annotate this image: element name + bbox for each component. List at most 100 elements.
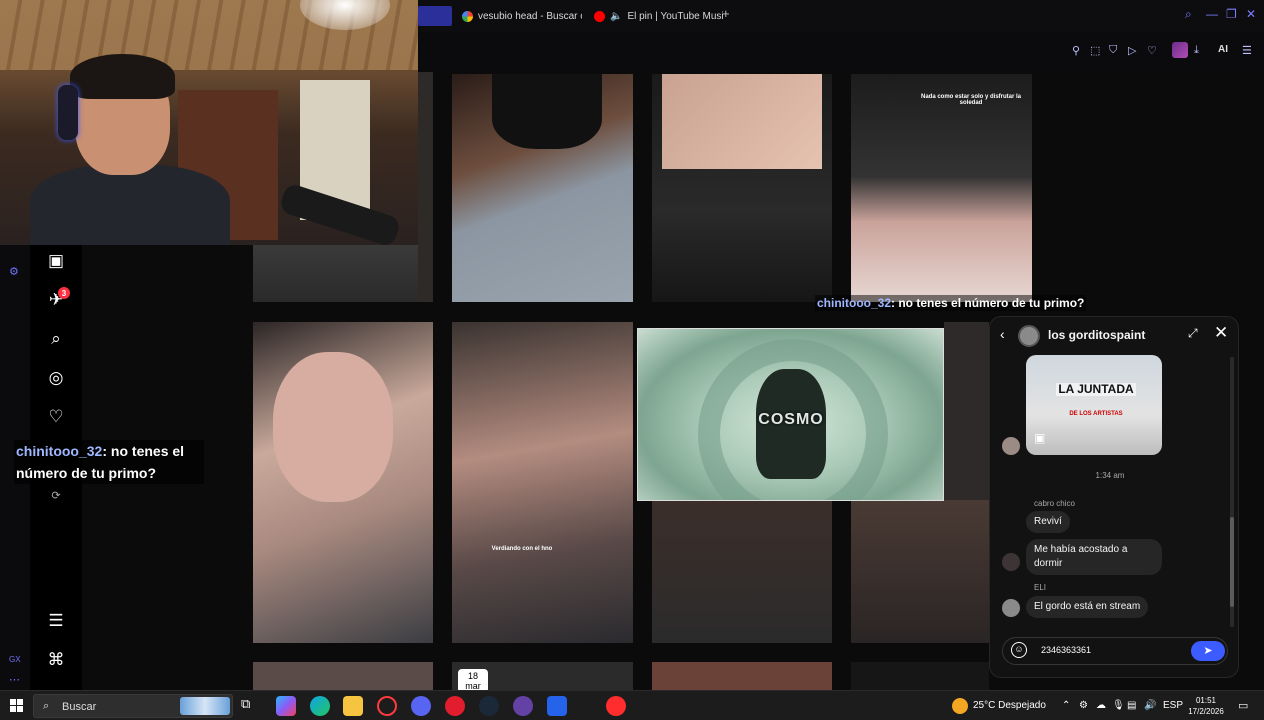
- video-logo: COSMO: [758, 411, 824, 428]
- send-button[interactable]: ➤: [1191, 641, 1225, 661]
- heart-icon[interactable]: ♡: [1147, 44, 1157, 57]
- tray-overflow-icon[interactable]: ⌃: [1062, 700, 1070, 711]
- avatar[interactable]: [1002, 553, 1020, 571]
- task-view-icon[interactable]: ⧉: [241, 696, 261, 716]
- twitch-icon[interactable]: [513, 696, 533, 716]
- direct-message-panel: ‹ los gorditospaint ⤢ ✕ LA JUNTADA DE LO…: [989, 316, 1239, 678]
- streamer: [30, 54, 230, 245]
- notifications-icon[interactable]: ♡: [46, 407, 66, 427]
- search-tabs-icon[interactable]: ⌕: [1185, 7, 1192, 22]
- microphone-icon[interactable]: 🎙: [1112, 700, 1125, 711]
- close-icon[interactable]: ✕: [1214, 323, 1228, 343]
- network-icon[interactable]: ▤: [1127, 700, 1136, 711]
- search-placeholder: Buscar: [62, 701, 97, 713]
- sender-name: cabro chico: [1034, 499, 1075, 508]
- create-icon[interactable]: ⟳: [46, 485, 66, 505]
- maximize-icon[interactable]: ❐: [1226, 7, 1237, 21]
- notification-badge: 3: [58, 287, 70, 299]
- weather-text[interactable]: 25°C Despejado: [973, 700, 1046, 711]
- post-thumbnail[interactable]: [253, 245, 433, 302]
- search-icon[interactable]: ⌕: [46, 329, 66, 349]
- browser-toolbar: ⚲ ⬚ ⛉ ▷ ♡ ⤓ AI ☰: [418, 32, 1264, 72]
- avatar[interactable]: [1002, 599, 1020, 617]
- steam-icon[interactable]: [479, 696, 499, 716]
- opera-gx-icon[interactable]: [377, 696, 397, 716]
- post-thumbnail[interactable]: [418, 72, 433, 302]
- reel-icon: ▣: [1034, 431, 1046, 445]
- weather-sun-icon[interactable]: [952, 698, 968, 714]
- discord-icon[interactable]: [411, 696, 431, 716]
- sender-name: ELI: [1034, 583, 1047, 592]
- app-icon[interactable]: [547, 696, 567, 716]
- message-input[interactable]: ☺ 2346363361 ➤: [1002, 637, 1228, 665]
- speaker-icon[interactable]: 🔈: [610, 11, 622, 22]
- expand-icon[interactable]: ⤢: [1188, 326, 1198, 341]
- stream-chat-message: chinitooo_32: no tenes el número de tu p…: [815, 295, 1087, 311]
- app-icon[interactable]: [445, 696, 465, 716]
- download-icon[interactable]: ⤓: [1194, 44, 1199, 57]
- tab-title: vesubio head - Buscar co: [478, 10, 582, 22]
- post-thumbnail[interactable]: Nada como estar solo y disfrutar la sole…: [851, 74, 1032, 302]
- avatar[interactable]: [1002, 437, 1020, 455]
- pin-icon[interactable]: ⚲: [1072, 44, 1080, 57]
- close-window-icon[interactable]: ✕: [1246, 7, 1256, 21]
- file-explorer-icon[interactable]: [343, 696, 363, 716]
- post-thumbnail[interactable]: [452, 74, 633, 302]
- youtube-music-video[interactable]: COSMO: [637, 328, 944, 501]
- post-thumbnail[interactable]: [253, 322, 433, 643]
- volume-icon[interactable]: 🔊: [1144, 700, 1156, 711]
- settings-icon[interactable]: ⚙: [9, 265, 19, 278]
- message-bubble[interactable]: Me había acostado a dormir: [1026, 539, 1162, 575]
- tab-youtube-music[interactable]: 🔈 El pin | YouTube Music: [594, 6, 724, 26]
- shared-reel[interactable]: LA JUNTADA DE LOS ARTISTAS ▣: [1026, 355, 1162, 455]
- reel-title: LA JUNTADA: [1056, 383, 1136, 396]
- post-thumbnail[interactable]: [851, 662, 989, 690]
- language-indicator[interactable]: ESP: [1163, 700, 1183, 711]
- new-tab-button[interactable]: +: [722, 6, 730, 21]
- post-thumbnail[interactable]: [652, 74, 832, 302]
- more-menu-icon[interactable]: ☰: [46, 611, 66, 631]
- message-list[interactable]: LA JUNTADA DE LOS ARTISTAS ▣ 1:34 am cab…: [990, 353, 1230, 623]
- profile-avatar[interactable]: [1172, 42, 1188, 58]
- minimize-icon[interactable]: —: [1206, 7, 1218, 21]
- scrollbar[interactable]: [1230, 357, 1234, 627]
- obs-recording-icon[interactable]: [606, 696, 626, 716]
- threads-icon[interactable]: ⌘: [46, 650, 66, 670]
- notification-center-icon[interactable]: ▭: [1238, 699, 1248, 712]
- emoji-icon[interactable]: ☺: [1011, 642, 1027, 658]
- windows-start-icon[interactable]: [10, 699, 23, 712]
- date-day: 18: [467, 671, 478, 681]
- snapshot-icon[interactable]: ⬚: [1090, 44, 1100, 57]
- edge-icon[interactable]: [310, 696, 330, 716]
- ai-button[interactable]: AI: [1218, 44, 1228, 55]
- post-caption: Verdiando con el hno: [491, 546, 553, 552]
- more-icon[interactable]: ⋯: [9, 673, 20, 686]
- post-thumbnail[interactable]: [851, 500, 989, 643]
- group-avatar[interactable]: [1018, 325, 1040, 347]
- post-thumbnail[interactable]: [652, 500, 832, 643]
- post-thumbnail[interactable]: Verdiando con el hno: [452, 322, 633, 643]
- clock[interactable]: 01:51 17/2/2026: [1186, 695, 1226, 717]
- reels-icon[interactable]: ▣: [46, 251, 66, 271]
- gx-icon[interactable]: GX: [9, 655, 21, 664]
- message-bubble[interactable]: Reviví: [1026, 511, 1070, 533]
- menu-icon[interactable]: ☰: [1242, 44, 1252, 57]
- post-thumbnail[interactable]: [253, 662, 433, 690]
- post-thumbnail[interactable]: [944, 322, 989, 500]
- workspace-tab[interactable]: [418, 6, 452, 26]
- message-input-value[interactable]: 2346363361: [1041, 645, 1091, 655]
- explore-icon[interactable]: ◎: [46, 368, 66, 388]
- copilot-icon[interactable]: [276, 696, 296, 716]
- post-thumbnail[interactable]: [652, 662, 832, 690]
- scrollbar-thumb[interactable]: [1230, 517, 1234, 607]
- taskbar-search[interactable]: ⌕ Buscar: [33, 694, 233, 718]
- dm-title[interactable]: los gorditospaint: [1048, 328, 1145, 342]
- message-bubble[interactable]: El gordo está en stream: [1026, 596, 1149, 618]
- back-icon[interactable]: ‹: [1000, 326, 1005, 342]
- play-icon[interactable]: ▷: [1128, 44, 1136, 57]
- chat-username: chinitooo_32: [16, 443, 103, 459]
- tray-icon[interactable]: ⚙: [1079, 700, 1088, 711]
- tray-icon[interactable]: ☁: [1096, 700, 1106, 711]
- shield-icon[interactable]: ⛉: [1109, 44, 1117, 57]
- tab-search[interactable]: vesubio head - Buscar co: [462, 6, 582, 26]
